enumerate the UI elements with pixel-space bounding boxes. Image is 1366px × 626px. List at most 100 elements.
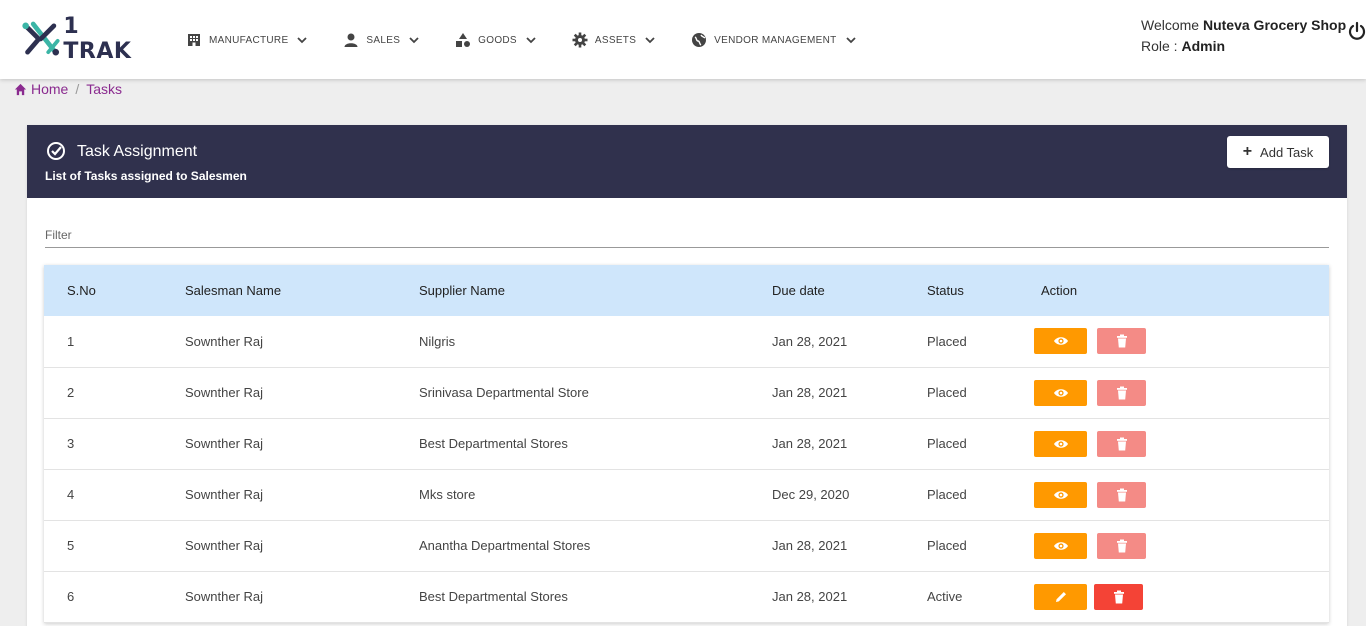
power-icon[interactable]: [1347, 21, 1366, 41]
chevron-down-icon: [526, 37, 536, 44]
breadcrumb-home[interactable]: Home: [31, 81, 68, 97]
card-header: Task Assignment List of Tasks assigned t…: [27, 125, 1347, 198]
cell-action: [1018, 469, 1329, 520]
trash-icon: [1116, 386, 1127, 399]
role-prefix: Role :: [1141, 38, 1178, 54]
cell-action: [1018, 571, 1329, 622]
building-icon: [188, 34, 200, 46]
nav-sales-label: SALES: [366, 34, 401, 46]
card-title: Task Assignment: [77, 143, 198, 160]
cell-sno: 6: [67, 589, 75, 604]
cell-salesman: Sownther Raj: [185, 333, 264, 349]
header-due-date[interactable]: Due date: [749, 265, 904, 316]
nav-manufacture-label: MANUFACTURE: [209, 34, 289, 46]
cell-salesman: Sownther Raj: [185, 487, 264, 502]
eye-icon: [1053, 490, 1068, 499]
nav-goods[interactable]: GOODS: [455, 30, 537, 50]
cell-supplier: Anantha Departmental Stores: [419, 538, 591, 553]
cell-salesman: Sownther Raj: [185, 538, 264, 553]
table-row[interactable]: 5 Sownther Raj Anantha Departmental Stores…: [44, 520, 1329, 571]
table-header-row: S.No Salesman Name Supplier Name Due dat…: [44, 265, 1329, 316]
table-row[interactable]: 2 Sownther Raj Srinivasa Departmental Stor…: [44, 367, 1329, 418]
card-subtitle: List of Tasks assigned to Salesmen: [45, 169, 247, 183]
cell-status: Placed: [927, 436, 967, 451]
header-supplier[interactable]: Supplier Name: [396, 265, 749, 316]
header-salesman[interactable]: Salesman Name: [162, 265, 396, 316]
cell-due-date: Jan 28, 2021: [772, 333, 848, 349]
eye-icon: [1053, 388, 1068, 397]
header-sno[interactable]: S.No: [44, 265, 162, 316]
nav-sales[interactable]: SALES: [343, 30, 420, 50]
trash-icon: [1113, 590, 1124, 603]
chevron-down-icon: [409, 37, 419, 44]
nav-goods-label: GOODS: [478, 34, 517, 46]
cell-sno: 3: [67, 436, 75, 451]
top-bar: 1 TRAK MANUFACTURE SALES GOODS ASSETS VE…: [0, 0, 1366, 79]
eye-icon: [1053, 541, 1068, 550]
table-row[interactable]: 6 Sownther Raj Best Departmental Stores Jan…: [44, 571, 1329, 622]
cell-sno: 5: [67, 538, 75, 553]
cell-status: Active: [927, 589, 963, 604]
cell-due-date: Dec 29, 2020: [772, 487, 850, 502]
trash-icon: [1116, 488, 1127, 501]
table-row[interactable]: 3 Sownther Raj Best Departmental Stores Jan…: [44, 418, 1329, 469]
breadcrumb: Home / Tasks: [14, 81, 122, 97]
filter-input[interactable]: [45, 223, 1329, 248]
table-row[interactable]: 1 Sownther Raj Nilgris Jan 28, 2021 Placed: [44, 316, 1329, 367]
task-card: Task Assignment List of Tasks assigned t…: [27, 125, 1347, 626]
breadcrumb-separator: /: [75, 81, 80, 97]
cell-action: [1018, 316, 1329, 367]
shapes-icon: [456, 33, 471, 47]
trash-icon: [1116, 437, 1127, 450]
header-action: Action: [1041, 283, 1078, 298]
view-button[interactable]: [1034, 328, 1087, 355]
cell-due-date: Jan 28, 2021: [772, 436, 848, 451]
cell-supplier: Nilgris: [419, 333, 456, 349]
cell-salesman: Sownther Raj: [185, 436, 264, 451]
cell-sno: 4: [67, 487, 75, 502]
user-info: Welcome Nuteva Grocery Shop Role : Admin: [1141, 15, 1346, 57]
nav-vendor-management[interactable]: VENDOR MANAGEMENT: [691, 30, 856, 50]
cell-supplier: Mks store: [419, 487, 476, 502]
view-button[interactable]: [1034, 430, 1087, 457]
cell-sno: 1: [67, 333, 75, 349]
chevron-down-icon: [845, 37, 856, 44]
delete-button[interactable]: [1097, 379, 1146, 406]
delete-button[interactable]: [1094, 583, 1143, 610]
header-status[interactable]: Status: [904, 265, 1018, 316]
chevron-down-icon: [645, 37, 655, 44]
cell-action: [1018, 367, 1329, 418]
nav-manufacture[interactable]: MANUFACTURE: [186, 30, 308, 50]
view-button[interactable]: [1034, 532, 1087, 559]
trash-icon: [1116, 539, 1127, 552]
chevron-down-icon: [297, 37, 308, 44]
pencil-icon: [1055, 591, 1066, 602]
gear-icon: [572, 32, 588, 48]
view-button[interactable]: [1034, 379, 1087, 406]
cell-status: Placed: [927, 538, 967, 553]
breadcrumb-current[interactable]: Tasks: [86, 81, 122, 97]
nav-assets-label: ASSETS: [594, 34, 637, 46]
cell-supplier: Srinivasa Departmental Store: [419, 385, 589, 400]
brand-logo[interactable]: 1 TRAK: [20, 14, 150, 64]
add-task-button[interactable]: + Add Task: [1227, 136, 1329, 168]
cell-supplier: Best Departmental Stores: [419, 589, 568, 604]
welcome-prefix: Welcome: [1141, 17, 1200, 33]
cell-salesman: Sownther Raj: [185, 589, 264, 604]
cell-due-date: Jan 28, 2021: [772, 589, 848, 604]
cell-action: [1018, 418, 1329, 469]
cell-supplier: Best Departmental Stores: [419, 436, 568, 451]
view-button[interactable]: [1034, 481, 1087, 508]
nav-assets[interactable]: ASSETS: [572, 30, 656, 50]
delete-button[interactable]: [1097, 532, 1146, 559]
add-task-label: Add Task: [1260, 144, 1314, 160]
edit-button[interactable]: [1034, 583, 1087, 610]
delete-button[interactable]: [1097, 481, 1146, 508]
plus-icon: +: [1242, 143, 1253, 160]
main-nav: MANUFACTURE SALES GOODS ASSETS VENDOR MA…: [186, 30, 857, 50]
check-circle-icon: [47, 142, 65, 160]
delete-button[interactable]: [1097, 328, 1146, 355]
table-row[interactable]: 4 Sownther Raj Mks store Dec 29, 2020 Placed: [44, 469, 1329, 520]
delete-button[interactable]: [1097, 430, 1146, 457]
eye-icon: [1053, 439, 1068, 448]
